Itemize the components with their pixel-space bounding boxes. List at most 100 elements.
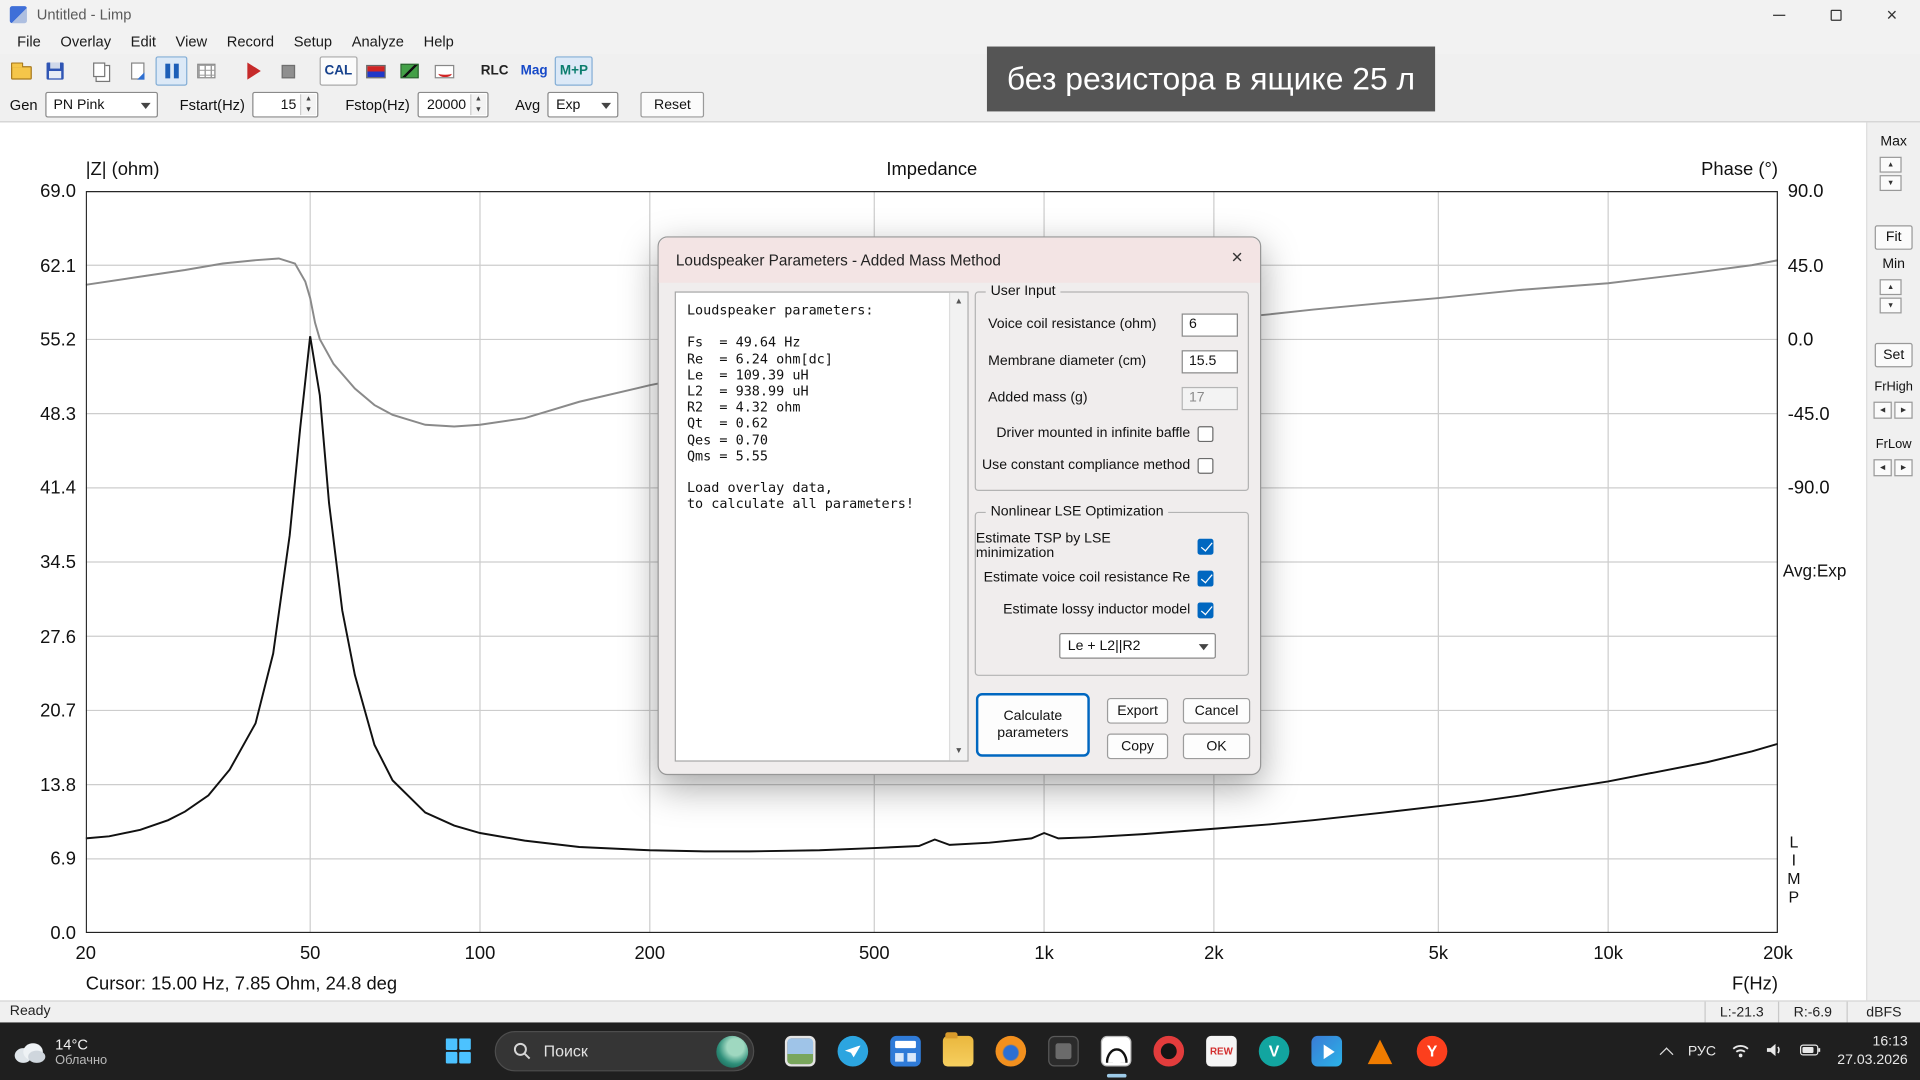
search-highlight-image[interactable]	[716, 1035, 748, 1067]
weather-condition: Облачно	[55, 1052, 107, 1067]
frlow-right-button[interactable]: ►	[1894, 459, 1912, 476]
menu-analyze[interactable]: Analyze	[342, 31, 414, 53]
scrollbar[interactable]: ▲ ▼	[949, 293, 967, 761]
taskbar-yandex[interactable]: Y	[1406, 1022, 1459, 1080]
maximize-button[interactable]	[1807, 0, 1863, 29]
inductor-model-select[interactable]: Le + L2||R2	[1059, 633, 1216, 659]
fft-button[interactable]	[394, 56, 426, 85]
taskbar-calculator[interactable]	[879, 1022, 932, 1080]
taskbar-vlc[interactable]	[1353, 1022, 1406, 1080]
edit-notes-button[interactable]	[121, 56, 153, 85]
taskbar-voicemeeter[interactable]: V	[1248, 1022, 1301, 1080]
stop-button[interactable]	[272, 56, 304, 85]
screenshot-tool-icon	[1048, 1036, 1079, 1067]
minimize-button[interactable]	[1751, 0, 1807, 29]
menu-setup[interactable]: Setup	[284, 31, 342, 53]
level-unit: dBFS	[1847, 1002, 1920, 1023]
use-constant-compliance-method-checkbox[interactable]	[1198, 457, 1214, 473]
max-up-button[interactable]: ▲	[1880, 157, 1902, 173]
avg-select[interactable]: Exp	[548, 92, 619, 118]
calculate-parameters-button[interactable]: Calculate parameters	[976, 693, 1090, 757]
frlow-arrows[interactable]: ◄►	[1873, 459, 1912, 476]
z-tick-label: 6.9	[17, 849, 76, 870]
save-button[interactable]	[39, 56, 71, 85]
volume-icon[interactable]	[1766, 1041, 1784, 1061]
export-button[interactable]: Export	[1107, 698, 1168, 724]
taskbar-media-player[interactable]	[1300, 1022, 1353, 1080]
clock[interactable]: 16:13 27.03.2026	[1837, 1033, 1907, 1069]
menu-record[interactable]: Record	[217, 31, 284, 53]
open-button[interactable]	[5, 56, 37, 85]
taskbar-limp[interactable]	[1090, 1022, 1143, 1080]
checkbox-label: Estimate TSP by LSE minimization	[976, 531, 1190, 560]
frhigh-arrows[interactable]: ◄►	[1873, 402, 1912, 419]
start-button[interactable]	[446, 1038, 472, 1070]
ok-button[interactable]: OK	[1183, 733, 1250, 759]
fstop-spinner[interactable]: ▲▼	[470, 94, 486, 115]
weather-widget[interactable]: 14°C Облачно	[10, 1022, 107, 1080]
taskbar-file-explorer[interactable]	[932, 1022, 985, 1080]
voice-coil-resistance-ohm--field[interactable]: 6	[1182, 313, 1238, 336]
system-tray: РУС 16:13 27.03.2026	[1662, 1022, 1908, 1080]
reset-button[interactable]: Reset	[641, 92, 705, 118]
copy-button[interactable]	[87, 56, 119, 85]
pause-button[interactable]	[156, 56, 188, 85]
parameter-line: Qt = 0.62	[687, 416, 948, 432]
tray-chevron-up-icon[interactable]	[1660, 1047, 1674, 1061]
language-indicator[interactable]: РУС	[1688, 1044, 1716, 1059]
wifi-icon[interactable]	[1732, 1041, 1750, 1061]
taskbar-rew[interactable]: REW	[1195, 1022, 1248, 1080]
close-button[interactable]: ×	[1864, 0, 1920, 29]
input-label: Added mass (g)	[988, 391, 1087, 406]
set-button[interactable]: Set	[1875, 343, 1913, 367]
scroll-up-icon[interactable]: ▲	[950, 293, 967, 311]
taskbar-photos[interactable]	[774, 1022, 827, 1080]
taskbar-telegram[interactable]	[827, 1022, 880, 1080]
checkbox-row: Use constant compliance method	[982, 454, 1213, 476]
membrane-diameter-cm--field[interactable]: 15.5	[1182, 350, 1238, 373]
frhigh-right-button[interactable]: ►	[1894, 402, 1912, 419]
scroll-down-icon[interactable]: ▼	[950, 742, 967, 760]
fstart-spinner[interactable]: ▲▼	[300, 94, 316, 115]
overlay-colors-button[interactable]	[360, 56, 392, 85]
min-down-button[interactable]: ▼	[1880, 298, 1902, 314]
menu-help[interactable]: Help	[414, 31, 464, 53]
search-box[interactable]: Поиск	[495, 1031, 755, 1071]
lse-optimization-group: Nonlinear LSE Optimization Le + L2||R2 E…	[975, 512, 1249, 676]
estimate-tsp-by-lse-minimization-checkbox[interactable]	[1198, 538, 1214, 554]
fit-button[interactable]: Fit	[1875, 225, 1913, 249]
estimate-voice-coil-resistance-re-checkbox[interactable]	[1198, 570, 1214, 586]
parameters-listbox[interactable]: Loudspeaker parameters: Fs = 49.64 HzRe …	[675, 291, 969, 761]
fstart-input[interactable]: 15▲▼	[252, 92, 318, 118]
calibrate-button[interactable]: CAL	[320, 56, 357, 85]
menu-overlay[interactable]: Overlay	[51, 31, 121, 53]
magnitude-button[interactable]: Mag	[516, 56, 553, 85]
menu-view[interactable]: View	[166, 31, 217, 53]
taskbar-opera-gx[interactable]	[1142, 1022, 1195, 1080]
max-down-button[interactable]: ▼	[1880, 175, 1902, 191]
record-button[interactable]	[238, 56, 270, 85]
dialog-close-button[interactable]: ×	[1231, 247, 1242, 269]
input-row: Added mass (g)17	[988, 386, 1238, 410]
gen-select[interactable]: PN Pink	[45, 92, 158, 118]
mag-phase-button[interactable]: M+P	[555, 56, 593, 85]
z-tick-label: 48.3	[17, 404, 76, 425]
menu-file[interactable]: File	[7, 31, 50, 53]
battery-icon[interactable]	[1801, 1043, 1822, 1060]
taskbar-browser[interactable]	[984, 1022, 1037, 1080]
cancel-button[interactable]: Cancel	[1183, 698, 1250, 724]
dialog-title-bar[interactable]: Loudspeaker Parameters - Added Mass Meth…	[659, 238, 1260, 283]
driver-mounted-in-infinite-baffle-checkbox[interactable]	[1198, 426, 1214, 442]
copy-button[interactable]: Copy	[1107, 733, 1168, 759]
fstop-input[interactable]: 20000▲▼	[417, 92, 488, 118]
spectrum-table-button[interactable]	[190, 56, 222, 85]
min-up-button[interactable]: ▲	[1880, 279, 1902, 295]
title-bar: Untitled - Limp ×	[0, 0, 1920, 29]
estimate-lossy-inductor-model-checkbox[interactable]	[1198, 602, 1214, 618]
taskbar-screenshot-tool[interactable]	[1037, 1022, 1090, 1080]
frlow-left-button[interactable]: ◄	[1873, 459, 1891, 476]
menu-edit[interactable]: Edit	[121, 31, 166, 53]
signal-button[interactable]	[428, 56, 460, 85]
frhigh-left-button[interactable]: ◄	[1873, 402, 1891, 419]
rlc-button[interactable]: RLC	[476, 56, 513, 85]
